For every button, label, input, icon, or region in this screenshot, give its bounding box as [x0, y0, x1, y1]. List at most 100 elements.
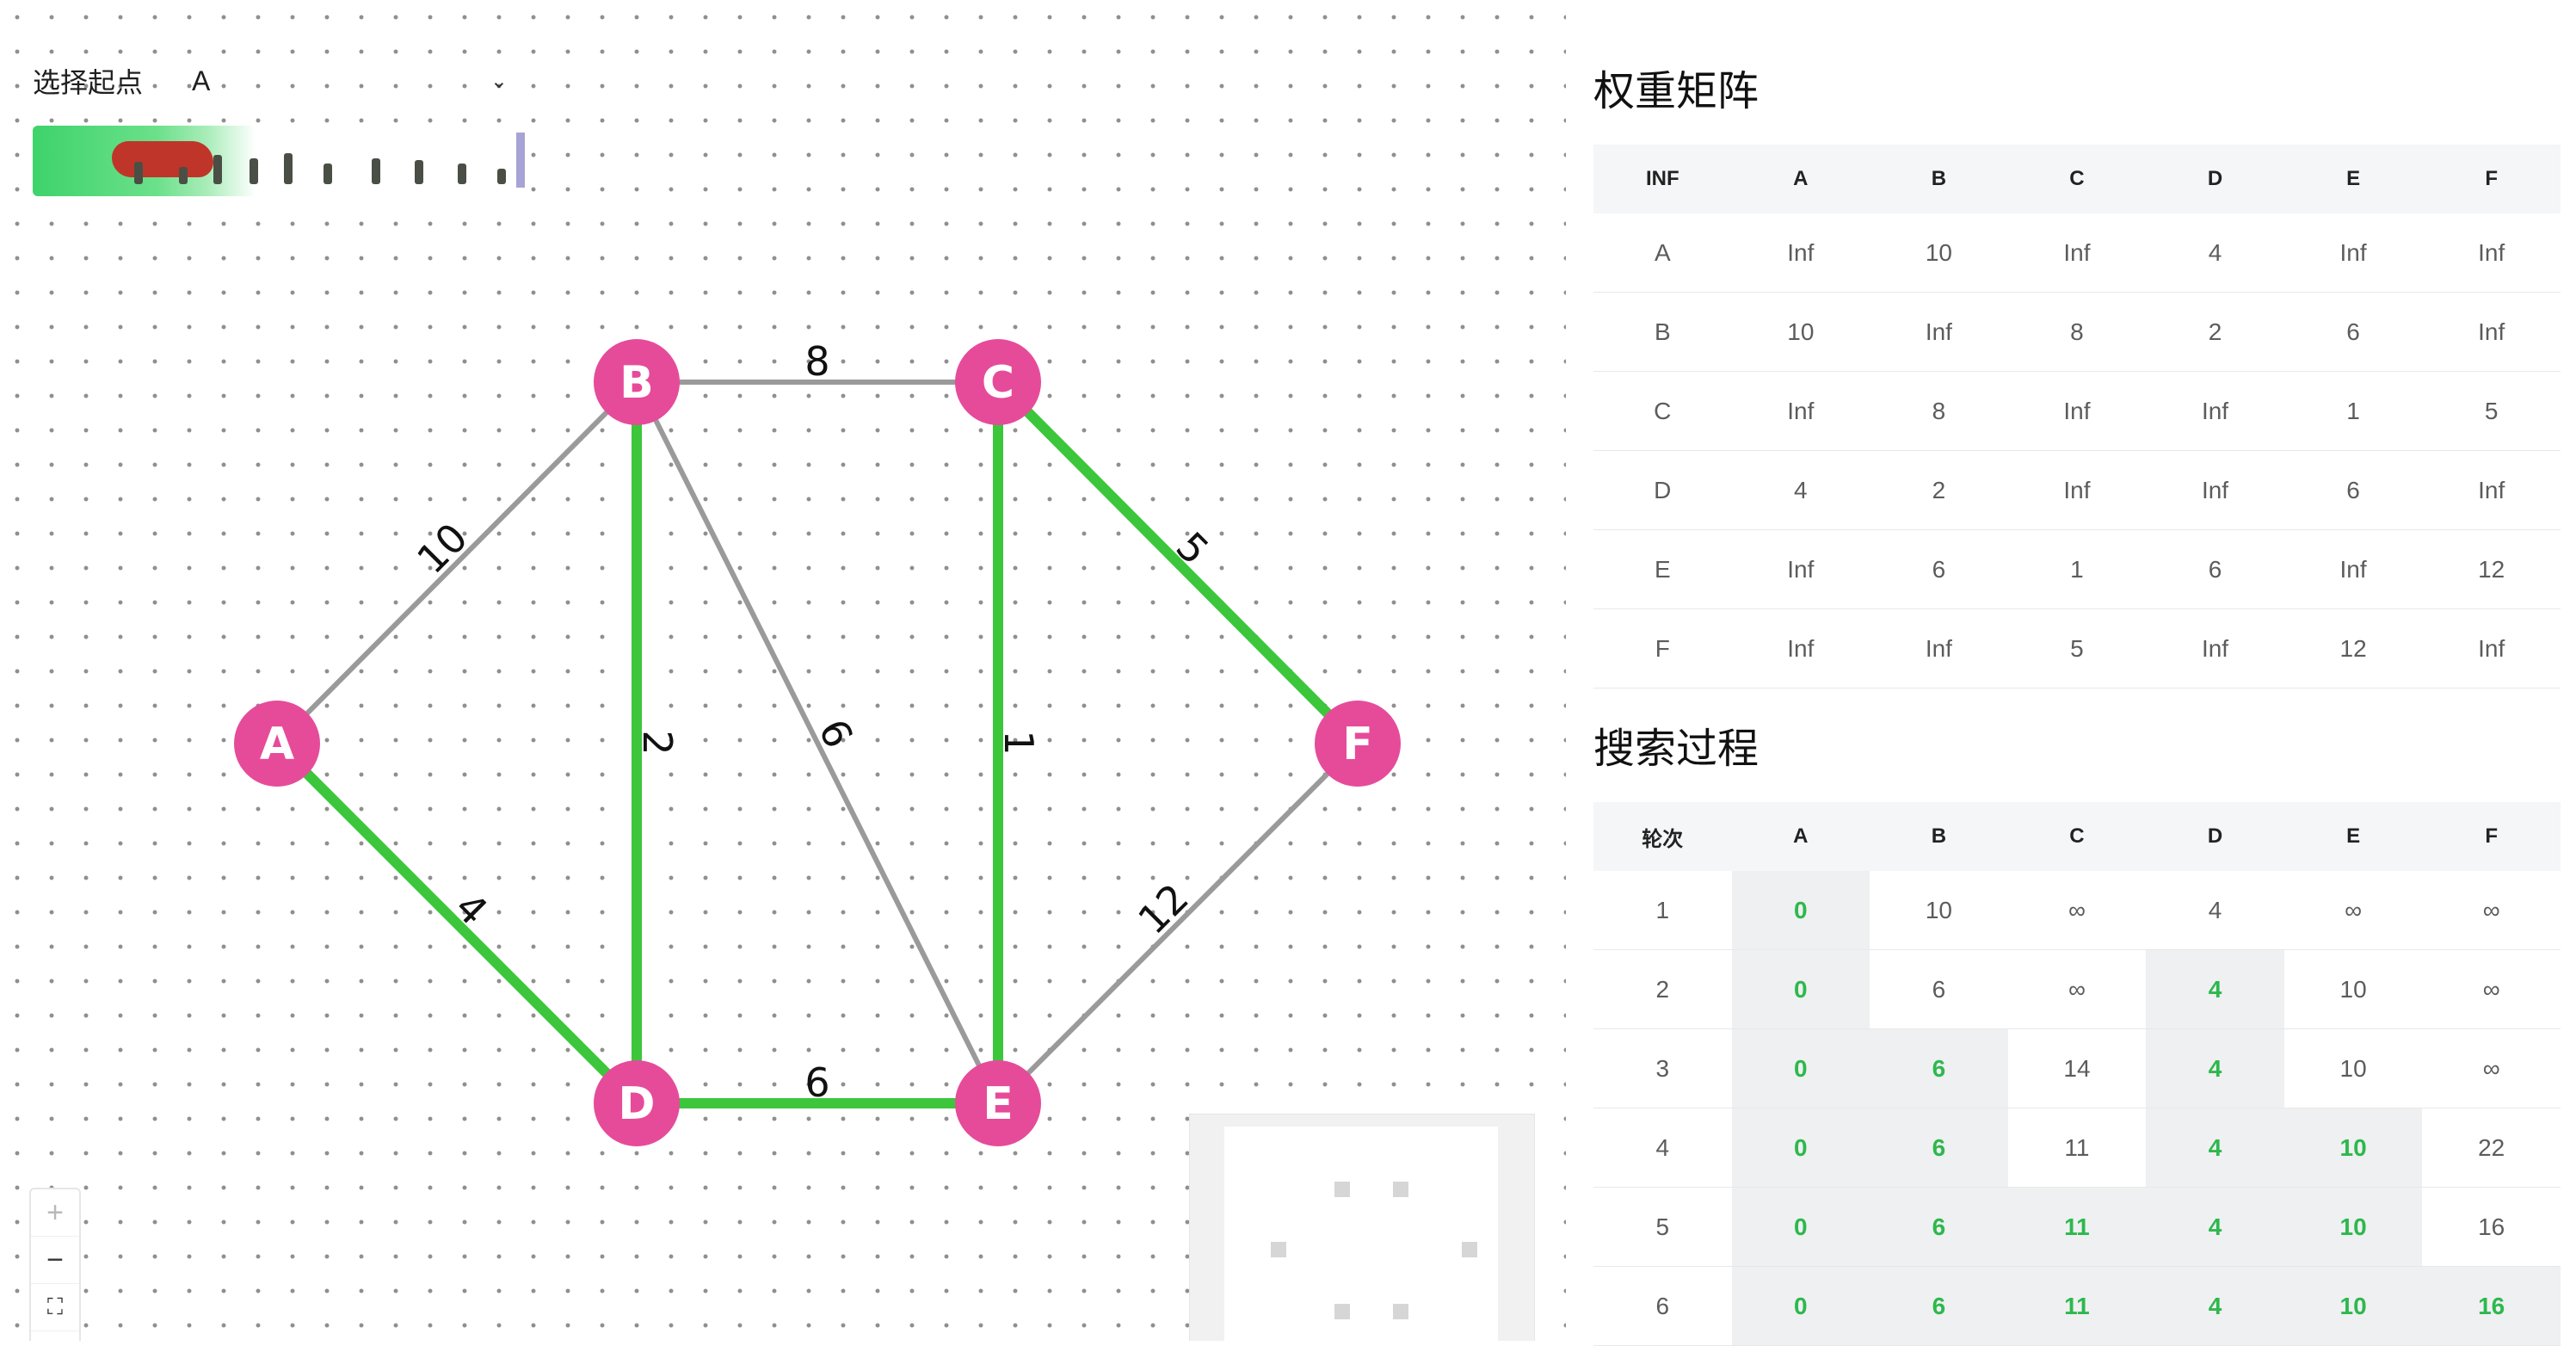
table-cell: ∞: [2007, 949, 2147, 1029]
table-row: 5 0 6 11 4 10 16: [1593, 1187, 2561, 1267]
table-cell: 10: [1870, 871, 2008, 950]
zoom-in-button[interactable]: +: [31, 1189, 79, 1237]
table-cell: 6: [2283, 450, 2423, 530]
graph-node-B[interactable]: B: [594, 339, 680, 425]
table-cell: 6: [1593, 1266, 1732, 1346]
table-cell: 11: [2007, 1108, 2147, 1188]
table-cell: 4: [2146, 213, 2284, 293]
table-cell: 10: [2283, 1187, 2423, 1267]
start-selector: 选择起点 A ⌄: [33, 57, 515, 105]
table-row: E Inf 6 1 6 Inf 12: [1593, 529, 2561, 609]
table-row: 1 0 10 ∞ 4 ∞ ∞: [1593, 871, 2561, 950]
table-header-cell: 轮次: [1593, 802, 1732, 871]
table-cell: 10: [2283, 949, 2423, 1029]
table-cell: Inf: [2146, 608, 2284, 688]
table-cell: Inf: [1870, 608, 2008, 688]
table-cell: 8: [1870, 371, 2008, 451]
edge-weight-label: 10: [408, 514, 477, 583]
table-cell: 1: [2283, 371, 2423, 451]
zoom-out-button[interactable]: −: [31, 1237, 79, 1284]
table-header-cell: E: [2283, 802, 2423, 871]
table-row: F Inf Inf 5 Inf 12 Inf: [1593, 608, 2561, 688]
fit-view-button[interactable]: ⛶: [31, 1284, 79, 1331]
table-cell: 16: [2422, 1187, 2561, 1267]
table-cell: Inf: [2422, 450, 2561, 530]
table-cell: ∞: [2283, 871, 2423, 950]
table-cell: Inf: [1731, 529, 1870, 609]
table-cell: 2: [2146, 292, 2284, 372]
minimap-node: [1462, 1242, 1477, 1257]
table-cell: 0: [1731, 1187, 1870, 1267]
table-cell: 2: [1870, 450, 2008, 530]
table-header-cell: E: [2283, 145, 2423, 213]
table-cell: 0: [1731, 949, 1870, 1029]
table-row: 6 0 6 11 4 10 16: [1593, 1266, 2561, 1346]
table-header-cell: C: [2007, 802, 2147, 871]
table-cell: Inf: [2422, 213, 2561, 293]
table-cell: 0: [1731, 871, 1870, 950]
node-label: E: [983, 1078, 1014, 1130]
minimap-node: [1334, 1304, 1350, 1319]
graph-node-C[interactable]: C: [955, 339, 1041, 425]
minimap-node: [1393, 1182, 1408, 1197]
table-cell: 11: [2007, 1187, 2147, 1267]
table-cell: 4: [2146, 949, 2284, 1029]
chevron-down-icon: ⌄: [490, 69, 508, 93]
table-cell: Inf: [2283, 529, 2423, 609]
table-cell: 2: [1593, 949, 1732, 1029]
search-process-title: 搜索过程: [1593, 726, 1759, 772]
edge-weight-label: 1: [995, 730, 1042, 755]
table-cell: 4: [1593, 1108, 1732, 1188]
table-header-cell: F: [2422, 802, 2561, 871]
edge-weight-label: 8: [804, 338, 829, 385]
graph-node-E[interactable]: E: [955, 1060, 1041, 1146]
table-cell: 10: [2283, 1028, 2423, 1108]
table-cell: B: [1593, 292, 1732, 372]
table-cell: D: [1593, 450, 1732, 530]
table-row: C Inf 8 Inf Inf 1 5: [1593, 371, 2561, 451]
table-cell: 0: [1731, 1108, 1870, 1188]
table-header-cell: INF: [1593, 145, 1732, 213]
edge-weight-label: 6: [804, 1059, 829, 1106]
table-cell: Inf: [2422, 292, 2561, 372]
table-cell: 6: [2283, 292, 2423, 372]
more-controls-button[interactable]: ›: [31, 1331, 79, 1342]
table-cell: 22: [2422, 1108, 2561, 1188]
graph-node-F[interactable]: F: [1315, 701, 1401, 787]
table-header-cell: B: [1870, 802, 2008, 871]
node-label: A: [260, 719, 294, 770]
start-selector-label: 选择起点: [33, 67, 144, 98]
start-node-select[interactable]: A ⌄: [192, 57, 515, 105]
table-header-cell: C: [2007, 145, 2147, 213]
table-cell: 12: [2283, 608, 2423, 688]
edge-weight-label: 2: [634, 730, 681, 755]
table-cell: 4: [2146, 1108, 2284, 1188]
table-cell: Inf: [2007, 213, 2147, 293]
start-node-value: A: [192, 65, 211, 96]
table-cell: Inf: [1731, 213, 1870, 293]
graph-canvas[interactable]: 10482615612ABCDEF 选择起点 A ⌄ + − ⛶ ›: [0, 0, 1566, 1341]
minimap-node: [1334, 1182, 1350, 1197]
minimap[interactable]: [1189, 1114, 1535, 1341]
table-cell: 4: [2146, 1266, 2284, 1346]
table-header-cell: D: [2146, 802, 2284, 871]
table-cell: 10: [2283, 1108, 2423, 1188]
table-cell: Inf: [2283, 213, 2423, 293]
table-cell: ∞: [2422, 949, 2561, 1029]
table-cell: Inf: [2007, 450, 2147, 530]
graph-node-D[interactable]: D: [594, 1060, 680, 1146]
table-cell: 5: [2422, 371, 2561, 451]
weight-matrix-title: 权重矩阵: [1593, 69, 1759, 114]
table-cell: ∞: [2422, 871, 2561, 950]
search-process-table: 轮次 A B C D E F 1 0 10 ∞ 4 ∞ ∞ 2 0 6 ∞ 4 10 ∞ 3 0 6 14 4 10 ∞ 4 0 6 11 4…: [1593, 802, 2561, 1346]
edge-weight-label: 12: [1129, 874, 1198, 943]
image-thumbnail-strip[interactable]: [33, 126, 528, 196]
table-cell: 10: [1731, 292, 1870, 372]
zoom-controls: + − ⛶ ›: [29, 1188, 81, 1341]
table-cell: 1: [2007, 529, 2147, 609]
table-cell: 1: [1593, 871, 1732, 950]
graph-node-A[interactable]: A: [234, 701, 320, 787]
table-cell: F: [1593, 608, 1732, 688]
table-header-cell: D: [2146, 145, 2284, 213]
minimap-node: [1393, 1304, 1408, 1319]
